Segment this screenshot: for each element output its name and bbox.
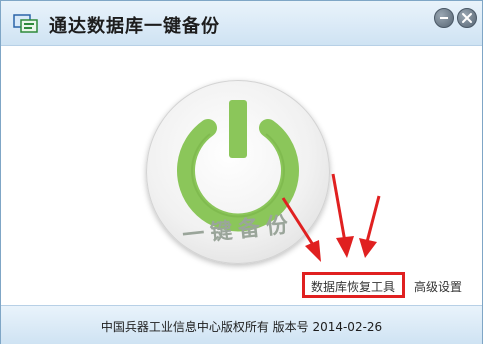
copyright-version: 中国兵器工业信息中心版权所有 版本号 2014-02-26 [100, 320, 383, 334]
red-arrow-icon [331, 173, 354, 258]
red-arrow-icon [359, 195, 381, 258]
app-window: 通达数据库一键备份 一键备份 数据库恢复工具 高级设置 中国兵器工业信息中心版权… [0, 0, 483, 344]
close-icon[interactable] [457, 8, 477, 28]
database-icon [13, 13, 39, 33]
main-panel: 一键备份 数据库恢复工具 高级设置 [1, 46, 482, 304]
restore-tool-link[interactable]: 数据库恢复工具 [311, 278, 395, 295]
red-arrow-icon [281, 197, 321, 262]
footer: 中国兵器工业信息中心版权所有 版本号 2014-02-26 [1, 305, 482, 344]
minimize-icon[interactable] [434, 8, 454, 28]
advanced-settings-link[interactable]: 高级设置 [414, 278, 462, 295]
titlebar: 通达数据库一键备份 [1, 1, 482, 46]
window-title: 通达数据库一键备份 [49, 16, 220, 37]
